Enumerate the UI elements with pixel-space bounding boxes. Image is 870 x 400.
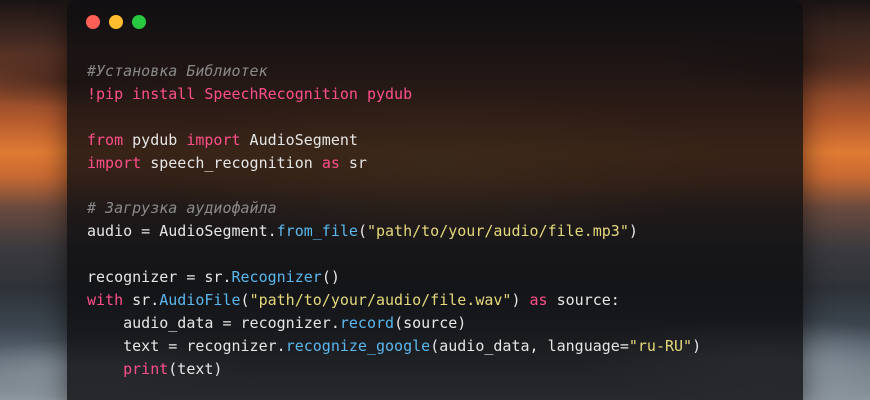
code-token: AudioFile — [159, 290, 241, 309]
code-line: audio = AudioSegment.from_file("path/to/… — [87, 220, 701, 243]
code-line: with sr.AudioFile("path/to/your/audio/fi… — [87, 289, 701, 312]
code-token: "path/to/your/audio/file.wav" — [249, 290, 512, 309]
code-token: print — [123, 359, 169, 378]
code-token: as — [321, 153, 340, 172]
code-token: pydub — [123, 130, 187, 149]
code-token: audio = AudioSegment. — [87, 222, 277, 241]
code-window: #Установка Библиотек !pip install SpeechR… — [67, 0, 803, 400]
code-token: source: — [547, 290, 620, 309]
window-controls — [86, 15, 146, 29]
code-line: text = recognizer.recognize_google(audio… — [87, 335, 701, 358]
minimize-dot-icon[interactable] — [109, 15, 123, 29]
code-token: recognizer = sr. — [87, 268, 232, 287]
code-token: ) — [511, 290, 530, 309]
code-token: import — [87, 153, 142, 172]
code-token: () — [321, 268, 340, 287]
code-token: # Загрузка аудиофайла — [87, 199, 277, 218]
code-token: text = recognizer. — [87, 336, 286, 355]
code-line: from pydub import AudioSegment — [87, 129, 701, 152]
code-token: import — [186, 130, 241, 149]
code-token: sr — [339, 153, 367, 172]
code-token: recognize_google — [285, 336, 431, 355]
code-token: (text) — [168, 359, 223, 378]
code-line: print(text) — [87, 358, 701, 381]
code-line: #Установка Библиотек — [87, 60, 701, 83]
code-token: (audio_data, language= — [430, 336, 629, 355]
code-token: speech_recognition — [141, 153, 322, 172]
code-token: #Установка Библиотек — [87, 62, 268, 80]
maximize-dot-icon[interactable] — [132, 15, 146, 29]
code-token: as — [529, 290, 548, 309]
code-token: AudioSegment — [240, 130, 358, 149]
code-token: from_file — [276, 222, 358, 241]
code-token: with — [87, 290, 124, 309]
code-token: audio_data = recognizer. — [87, 313, 340, 332]
code-token: !pip install SpeechRecognition pydub — [87, 84, 413, 103]
code-token: ( — [240, 290, 250, 309]
code-token: record — [339, 313, 395, 332]
code-token: "path/to/your/audio/file.mp3" — [366, 222, 629, 241]
code-token: "ru-RU" — [628, 336, 693, 355]
code-line: # Загрузка аудиофайла — [87, 197, 701, 220]
code-token: Recognizer — [231, 268, 322, 287]
code-token: ) — [692, 336, 702, 355]
code-token: from — [87, 130, 124, 149]
code-line: audio_data = recognizer.record(source) — [87, 312, 701, 335]
code-line: recognizer = sr.Recognizer() — [87, 266, 701, 289]
close-dot-icon[interactable] — [86, 15, 100, 29]
code-token: ( — [357, 222, 367, 241]
code-line: !pip install SpeechRecognition pydub — [87, 83, 701, 106]
code-line: import speech_recognition as sr — [87, 152, 701, 175]
code-token: (source) — [394, 313, 467, 332]
code-block: #Установка Библиотек !pip install SpeechR… — [87, 60, 701, 380]
code-token: ) — [628, 222, 638, 241]
code-token: sr. — [123, 290, 160, 309]
